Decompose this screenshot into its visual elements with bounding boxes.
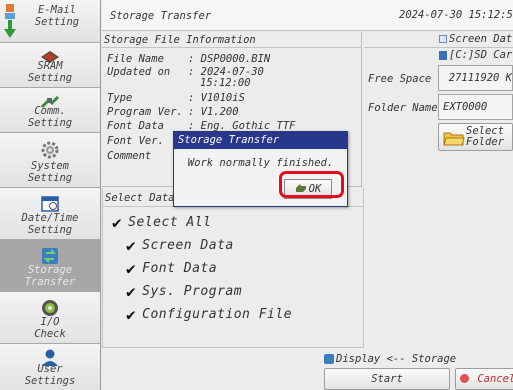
checkmark-icon: ✔ [126, 282, 137, 301]
screen-data-checkbox[interactable]: ✔ Screen Data [126, 236, 234, 255]
free-space-field: 27111920 K [438, 65, 513, 91]
font-ver-label: Font Ver. [107, 135, 164, 147]
sidebar-item-date-time-setting[interactable]: Date/Time Setting [0, 188, 100, 240]
free-space-label: Free Space [368, 73, 432, 85]
cancel-icon [460, 374, 469, 383]
checkmark-icon: ✔ [126, 259, 137, 278]
sidebar: E-Mail Setting SRAM Setting Comm. Settin… [0, 0, 101, 390]
page-title: Storage Transfer [110, 10, 212, 22]
screen-data-label: Screen Dat [449, 33, 513, 45]
ok-button-highlight [279, 171, 344, 198]
sidebar-item-label: User Settings [24, 363, 76, 387]
updated-on-label: Updated on [107, 66, 171, 78]
start-button[interactable]: Start [324, 368, 450, 390]
select-all-label: Select All [128, 215, 212, 230]
file-name-label: File Name [107, 53, 164, 65]
folder-name-field[interactable]: EXT0000 [438, 94, 513, 120]
configuration-file-option-label: Configuration File [142, 307, 293, 322]
dialog-title: Storage Transfer [174, 132, 347, 149]
sidebar-item-system-setting[interactable]: System Setting [0, 133, 100, 188]
font-data-option-label: Font Data [142, 261, 218, 276]
font-data-checkbox[interactable]: ✔ Font Data [126, 259, 217, 278]
configuration-file-checkbox[interactable]: ✔ Configuration File [126, 305, 292, 324]
sidebar-item-sram-setting[interactable]: SRAM Setting [0, 43, 100, 88]
sidebar-item-label: Comm. Setting [27, 105, 73, 129]
sidebar-item-storage-transfer[interactable]: Storage Transfer [0, 240, 100, 292]
header-bar: Storage Transfer 2024-07-30 15:12:5 [102, 0, 513, 31]
screen-data-indicator: Screen Dat [439, 33, 512, 45]
storage-file-info-heading: Storage File Information [104, 34, 256, 46]
folder-icon [443, 130, 465, 149]
folder-name-label: Folder Name [368, 102, 438, 114]
free-space-value: 27111920 K [448, 72, 512, 84]
select-data-heading: Select Data [105, 192, 175, 204]
sidebar-item-io-check[interactable]: I/O Check [0, 292, 100, 344]
start-label: Start [371, 373, 403, 385]
sd-card-icon [439, 50, 447, 60]
folder-name-value: EXT0000 [443, 101, 488, 113]
type-label: Type [107, 92, 133, 104]
drive-indicator: [C:]SD Car [439, 49, 512, 61]
sys-program-option-label: Sys. Program [142, 284, 243, 299]
divider [364, 47, 513, 48]
select-all-checkbox[interactable]: ✔ Select All [112, 213, 211, 232]
checkmark-icon: ✔ [126, 236, 137, 255]
checkmark-icon: ✔ [126, 305, 137, 324]
sidebar-item-label: Date/Time Setting [21, 212, 79, 236]
sidebar-item-label: Storage Transfer [24, 264, 76, 288]
comment-label: Comment [107, 150, 152, 162]
font-data-label: Font Data [107, 120, 164, 132]
gear-icon [0, 139, 100, 161]
cancel-label: Cancel [477, 373, 513, 385]
checkmark-icon: ✔ [112, 213, 123, 232]
sidebar-item-comm-setting[interactable]: Comm. Setting [0, 88, 100, 133]
dialog-message: Work normally finished. [187, 157, 334, 169]
program-ver-value: : V1.200 [188, 106, 239, 118]
select-data-box: Select Data ✔ Select All ✔ Screen Data ✔… [102, 188, 364, 348]
sidebar-item-label: E-Mail Setting [34, 4, 80, 28]
transfer-direction-label: Display <-- Storage [336, 353, 457, 365]
type-value: : V1010iS [188, 92, 245, 104]
divider [102, 47, 362, 48]
sidebar-item-email-setting[interactable]: E-Mail Setting [0, 0, 100, 43]
sidebar-item-label: SRAM Setting [27, 60, 73, 84]
select-folder-button[interactable]: Select Folder [438, 123, 513, 151]
program-ver-label: Program Ver. [107, 106, 183, 118]
sidebar-item-label: System Setting [27, 160, 73, 184]
transfer-direction-icon [324, 354, 334, 364]
sys-program-checkbox[interactable]: ✔ Sys. Program [126, 282, 242, 301]
sidebar-item-label: I/O Check [34, 316, 66, 340]
sidebar-item-user-settings[interactable]: User Settings [0, 344, 100, 390]
screen-data-icon [439, 35, 447, 43]
header-datetime: 2024-07-30 15:12:5 [399, 9, 513, 21]
main-panel: Storage File Information File Name : DSP… [102, 32, 513, 390]
drive-label: [C:]SD Car [449, 49, 513, 61]
select-folder-label: Select Folder [466, 125, 504, 148]
screen-data-option-label: Screen Data [142, 238, 234, 253]
cancel-button[interactable]: Cancel [455, 368, 513, 390]
file-name-value: : DSP0000.BIN [188, 53, 271, 65]
updated-on-time: 15:12:00 [200, 77, 251, 89]
transfer-direction: Display <-- Storage [324, 353, 456, 365]
